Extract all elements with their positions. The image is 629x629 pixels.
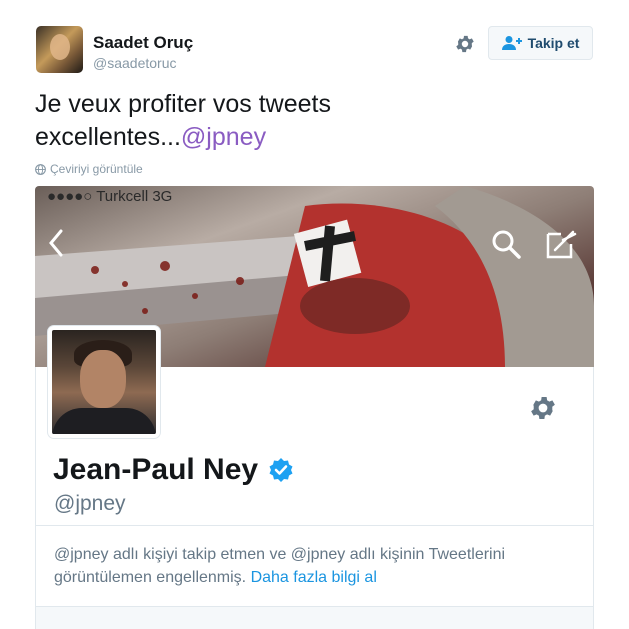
gear-icon[interactable] xyxy=(454,33,476,55)
learn-more-link[interactable]: Daha fazla bilgi al xyxy=(251,569,377,586)
globe-icon xyxy=(35,163,46,175)
profile-photo-image xyxy=(52,330,156,434)
author-avatar[interactable] xyxy=(36,26,83,73)
follow-label: Takip et xyxy=(527,35,580,51)
tweet-text: Je veux profiter vos tweets excellentes.… xyxy=(35,88,595,154)
compose-icon[interactable] xyxy=(545,228,577,260)
profile-handle: @jpney xyxy=(54,492,126,515)
translate-link[interactable]: Çeviriyi görüntüle xyxy=(35,162,143,176)
add-user-icon xyxy=(501,36,522,50)
follow-button[interactable]: Takip et xyxy=(488,26,593,60)
verified-badge-icon xyxy=(269,458,293,482)
card-footer xyxy=(36,606,593,629)
attached-screenshot[interactable]: ●●●●○ Turkcell 3G Jean-Paul Ney @jpney @… xyxy=(35,186,594,629)
divider xyxy=(36,525,593,526)
gear-icon[interactable] xyxy=(528,393,558,423)
tweet-text-line2-body: excellentes... xyxy=(35,123,181,151)
chevron-left-icon[interactable] xyxy=(47,228,65,258)
tweet-text-line1: Je veux profiter vos tweets xyxy=(35,90,331,118)
author-name[interactable]: Saadet Oruç xyxy=(93,33,193,53)
blocked-notice: @jpney adlı kişiyi takip etmen ve @jpney… xyxy=(54,543,574,589)
profile-photo[interactable] xyxy=(48,326,160,438)
search-icon[interactable] xyxy=(490,228,522,260)
profile-name: Jean-Paul Ney xyxy=(53,453,294,487)
mention-link[interactable]: @jpney xyxy=(181,123,266,151)
profile-name-text: Jean-Paul Ney xyxy=(53,453,259,486)
status-bar: ●●●●○ Turkcell 3G xyxy=(47,188,173,205)
tweet-text-line2: excellentes...@jpney xyxy=(35,121,595,154)
author-handle[interactable]: @saadetoruc xyxy=(93,55,176,71)
translate-label: Çeviriyi görüntüle xyxy=(50,162,143,176)
